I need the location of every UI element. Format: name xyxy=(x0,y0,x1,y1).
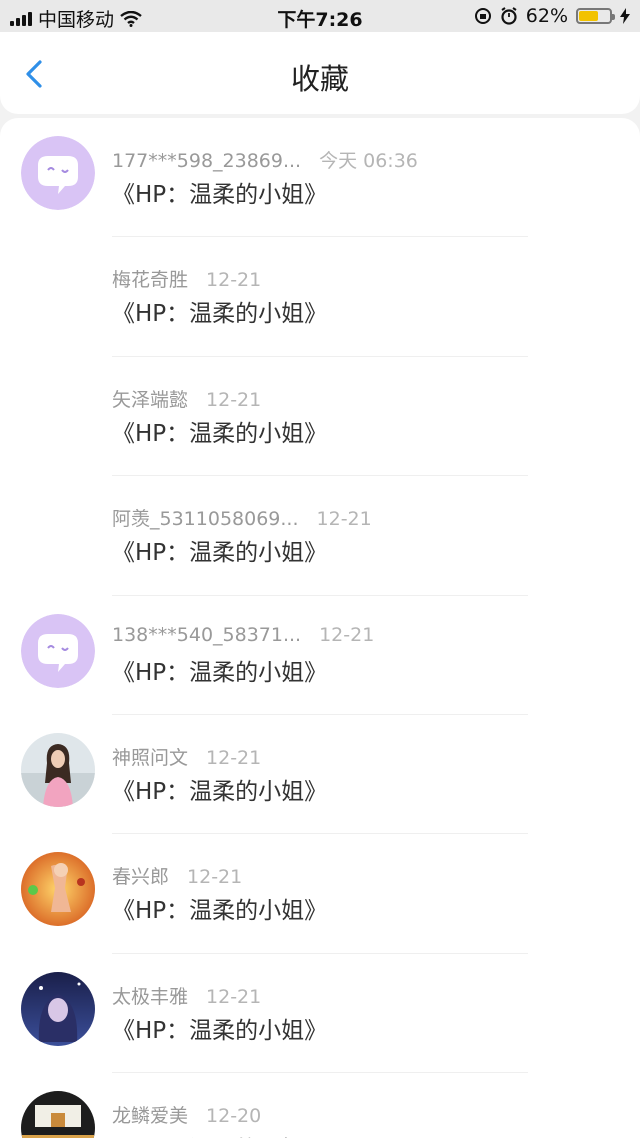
item-meta: 神照问文 12-21 xyxy=(112,743,261,770)
user-name: 梅花奇胜 xyxy=(112,269,189,292)
item-title: 《HP：温柔的小姐》 xyxy=(112,1017,328,1044)
status-bar: 中国移动 下午7:26 62% xyxy=(0,0,640,32)
favorites-list: 177***598_23869... 今天 06:36 《HP：温柔的小姐》 梅花奇胜… xyxy=(0,118,640,1138)
item-meta: 矢泽端懿 12-21 xyxy=(112,385,261,412)
item-time: 12-21 xyxy=(316,508,372,531)
user-name: 龙鳞爱美 xyxy=(112,1105,189,1128)
item-meta: 177***598_23869... 今天 06:36 xyxy=(112,146,418,173)
item-title: 《HP：温柔的小姐》 xyxy=(112,301,328,328)
user-name: 春兴郎 xyxy=(112,866,170,889)
list-item[interactable]: 矢泽端懿 12-21 《HP：温柔的小姐》 xyxy=(0,357,640,477)
item-meta: 阿羡_5311058069... 12-21 xyxy=(112,504,372,531)
item-title: 《HP：温柔的小姐》 xyxy=(112,1130,327,1138)
list-item[interactable]: 阿羡_5311058069... 12-21 《HP：温柔的小姐》 xyxy=(0,476,640,596)
item-time: 12-21 xyxy=(319,623,375,646)
item-meta: 龙鳞爱美 12-20 xyxy=(112,1101,261,1128)
user-name: 神照问文 xyxy=(112,746,189,769)
item-time: 12-21 xyxy=(206,985,262,1008)
status-right: 62% xyxy=(474,5,630,27)
page-title: 收藏 xyxy=(290,62,349,96)
user-name: 阿羡_5311058069... xyxy=(112,508,299,531)
item-title: 《HP：温柔的小姐》 xyxy=(112,182,328,208)
list-item[interactable]: 太极丰雅 12-21 《HP：温柔的小姐》 xyxy=(0,954,640,1074)
charging-icon xyxy=(620,8,630,24)
battery-percent: 62% xyxy=(525,5,568,27)
item-meta: 春兴郎 12-21 xyxy=(112,862,242,889)
item-title: 《HP：温柔的小姐》 xyxy=(112,420,328,447)
avatar[interactable] xyxy=(21,136,95,210)
avatar[interactable] xyxy=(21,1091,95,1138)
list-item[interactable]: 138***540_58371... 12-21 《HP：温柔的小姐》 xyxy=(0,596,640,715)
rotation-lock-icon xyxy=(474,8,491,24)
list-item[interactable]: 177***598_23869... 今天 06:36 《HP：温柔的小姐》 xyxy=(0,118,640,238)
item-time: 12-21 xyxy=(206,746,262,769)
item-meta: 梅花奇胜 12-21 xyxy=(112,265,261,292)
item-title: 《HP：温柔的小姐》 xyxy=(112,898,328,925)
item-time: 12-21 xyxy=(206,269,262,292)
item-title: 《HP：温柔的小姐》 xyxy=(112,540,328,567)
item-title: 《HP：温柔的小姐》 xyxy=(112,778,328,805)
avatar[interactable] xyxy=(21,852,95,927)
user-name: 矢泽端懿 xyxy=(112,388,189,411)
user-name: 177***598_23869... xyxy=(112,150,302,172)
item-title: 《HP：温柔的小姐》 xyxy=(112,659,328,686)
avatar[interactable] xyxy=(21,613,95,688)
alarm-icon xyxy=(501,7,517,25)
user-name: 太极丰雅 xyxy=(112,985,189,1008)
back-button[interactable] xyxy=(22,60,48,88)
item-time: 12-21 xyxy=(187,866,243,889)
list-item[interactable]: 梅花奇胜 12-21 《HP：温柔的小姐》 xyxy=(0,237,640,357)
item-meta: 138***540_58371... 12-21 xyxy=(112,624,374,646)
item-time: 12-20 xyxy=(206,1105,262,1128)
nav-bar: 收藏 xyxy=(0,32,640,114)
item-meta: 太极丰雅 12-21 xyxy=(112,982,261,1009)
list-item[interactable]: 春兴郎 12-21 《HP：温柔的小姐》 xyxy=(0,834,640,954)
user-name: 138***540_58371... xyxy=(112,623,302,646)
avatar[interactable] xyxy=(21,732,95,807)
item-time: 今天 06:36 xyxy=(319,150,418,172)
avatar[interactable] xyxy=(21,971,95,1046)
list-item[interactable]: 龙鳞爱美 12-20 《HP：温柔的小姐》 xyxy=(0,1073,640,1138)
item-time: 12-21 xyxy=(206,388,262,411)
battery-icon xyxy=(576,8,615,24)
list-item[interactable]: 神照问文 12-21 《HP：温柔的小姐》 xyxy=(0,715,640,835)
